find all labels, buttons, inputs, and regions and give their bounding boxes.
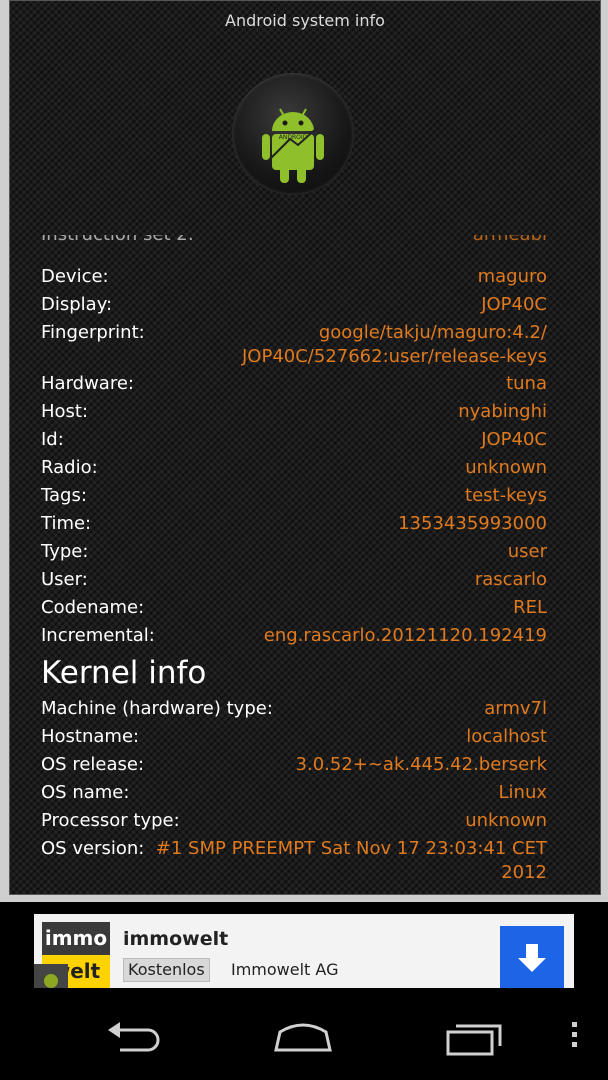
info-panel[interactable]: Android system info ANDROID Device: magu… xyxy=(9,0,601,895)
system-navigation-bar xyxy=(0,988,608,1080)
back-button[interactable] xyxy=(104,1018,166,1058)
info-label: Incremental: xyxy=(41,625,155,646)
info-label: OS release: xyxy=(41,754,145,775)
info-label: Codename: xyxy=(41,597,145,618)
android-logo-icon: ANDROID xyxy=(232,73,354,195)
info-row-os-version: OS version: #1 SMP PREEMPT Sat Nov 17 23… xyxy=(41,837,547,885)
info-label: Hardware: xyxy=(41,373,134,394)
info-value-continued: JOP40C/527662:user/release-keys xyxy=(242,346,547,367)
info-value: REL xyxy=(513,597,547,618)
info-value: 1353435993000 xyxy=(398,513,547,534)
ad-app-name: immowelt xyxy=(123,928,229,950)
ad-company-name: Immowelt AG xyxy=(231,960,339,979)
price-badge: Kostenlos xyxy=(123,958,210,982)
kernel-info-heading: Kernel info xyxy=(41,655,207,691)
info-label: Type: xyxy=(41,541,89,562)
overflow-menu-icon xyxy=(572,1022,577,1047)
info-value: maguro xyxy=(477,266,547,287)
info-value-continued: 2012 xyxy=(501,862,547,883)
home-button[interactable] xyxy=(270,1018,336,1058)
home-icon xyxy=(274,1023,332,1052)
info-value: 3.0.52+~ak.445.42.berserk xyxy=(295,754,547,775)
app-title: Android system info xyxy=(225,11,385,30)
ad-card[interactable]: immo welt immowelt Kostenlos Immowelt AG xyxy=(34,914,574,992)
info-label: Time: xyxy=(41,513,92,534)
ad-banner[interactable]: immo welt immowelt Kostenlos Immowelt AG xyxy=(0,902,608,998)
info-label: Device: xyxy=(41,266,109,287)
info-value: nyabinghi xyxy=(458,401,547,422)
info-value: #1 SMP PREEMPT Sat Nov 17 23:03:41 CET xyxy=(155,838,547,859)
info-value: JOP40C xyxy=(481,294,547,315)
info-label: Display: xyxy=(41,294,113,315)
recents-button[interactable] xyxy=(444,1018,506,1058)
logo-top-text: immo xyxy=(42,922,110,955)
info-value: tuna xyxy=(506,373,547,394)
info-label: Hostname: xyxy=(41,726,140,747)
info-label: Tags: xyxy=(41,485,87,506)
info-label: Id: xyxy=(41,429,64,450)
info-value: google/takju/maguro:4.2/ xyxy=(318,322,547,343)
back-icon xyxy=(108,1022,160,1052)
info-row-fingerprint: Fingerprint: google/takju/maguro:4.2/ JO… xyxy=(41,321,547,369)
info-value: user xyxy=(507,541,547,562)
info-value: rascarlo xyxy=(474,569,547,590)
info-label: OS version: xyxy=(41,838,145,859)
info-value: eng.rascarlo.20121120.192419 xyxy=(263,625,547,646)
info-label: Host: xyxy=(41,401,89,422)
info-label: Processor type: xyxy=(41,810,180,831)
info-label: Radio: xyxy=(41,457,98,478)
info-value: test-keys xyxy=(465,485,547,506)
info-value: armv7l xyxy=(484,698,547,719)
info-value: Linux xyxy=(498,782,548,803)
system-info-list[interactable]: Instruction set 2: armeabi Device: magur… xyxy=(10,235,600,890)
recents-icon xyxy=(446,1024,502,1056)
info-value: armeabi xyxy=(473,235,547,247)
info-label: OS name: xyxy=(41,782,130,803)
info-label: Fingerprint: xyxy=(41,322,145,343)
info-value: JOP40C xyxy=(481,429,547,450)
download-arrow-icon xyxy=(518,944,546,972)
svg-text:ANDROID: ANDROID xyxy=(279,134,308,141)
info-value: unknown xyxy=(465,810,547,831)
info-label: Machine (hardware) type: xyxy=(41,698,273,719)
download-button[interactable] xyxy=(500,926,564,990)
info-value: unknown xyxy=(465,457,547,478)
info-label: Instruction set 2: xyxy=(41,235,194,247)
info-label: User: xyxy=(41,569,88,590)
info-value: localhost xyxy=(466,726,547,747)
app-frame: Android system info ANDROID Device: magu… xyxy=(0,0,608,902)
overflow-menu-button[interactable] xyxy=(566,1018,582,1058)
